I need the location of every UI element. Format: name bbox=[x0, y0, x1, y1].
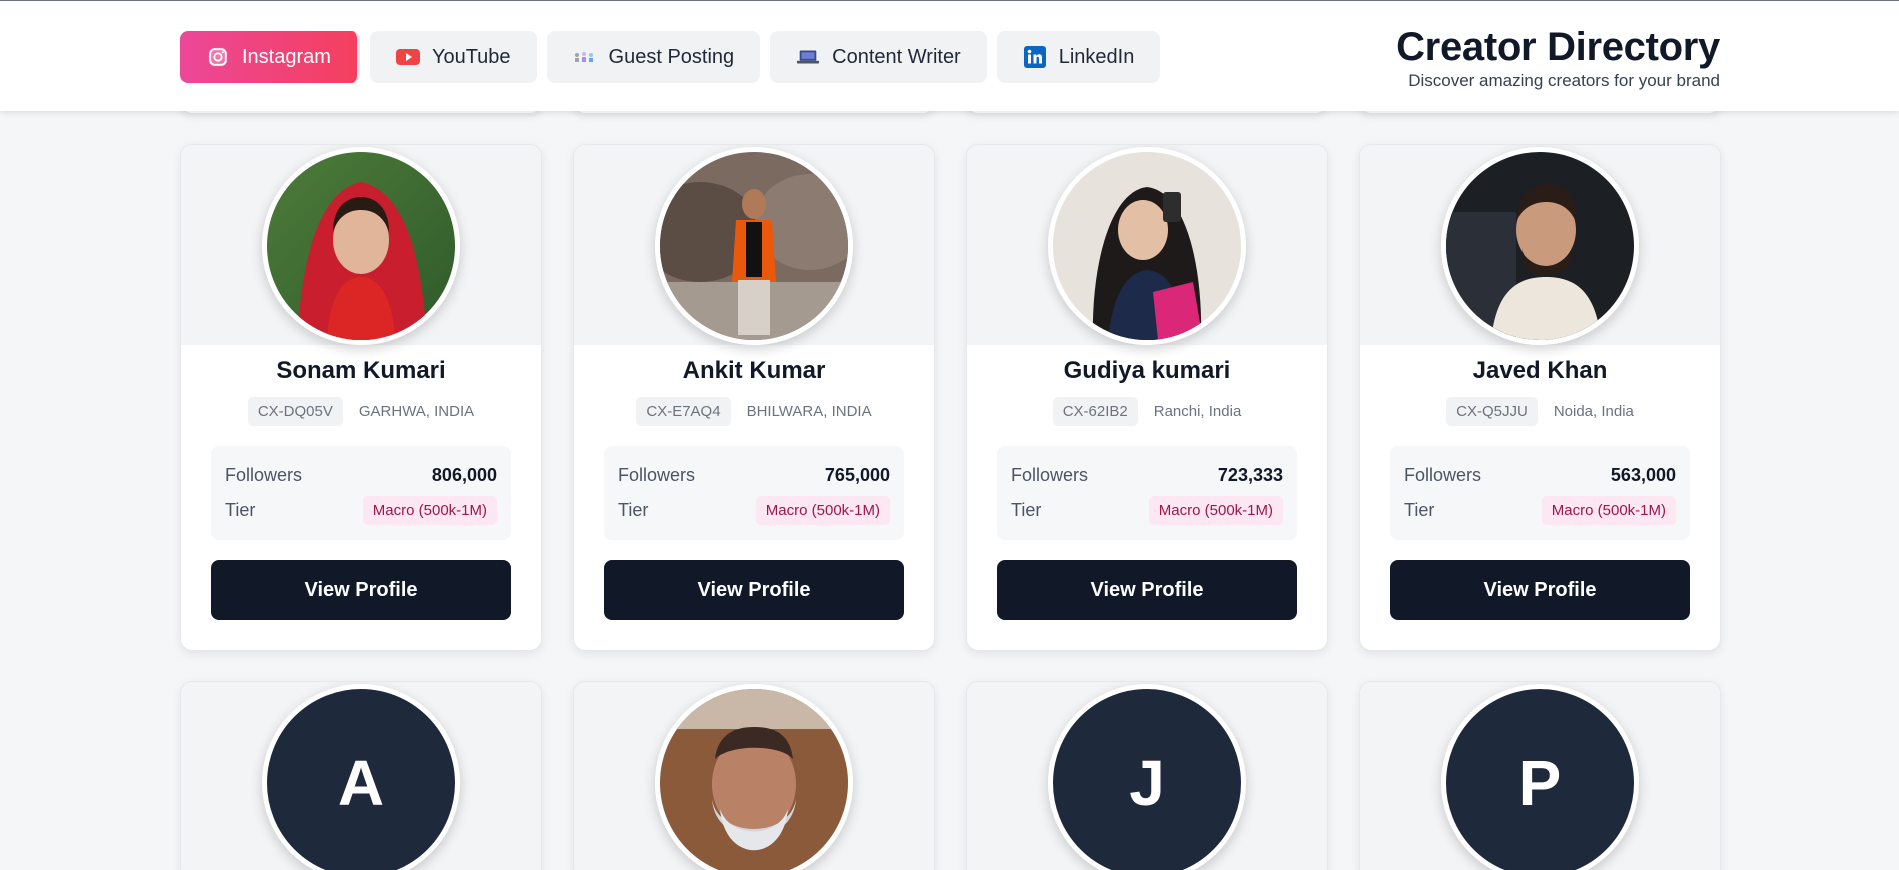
stats-panel: Followers 563,000 Tier Macro (500k-1M) bbox=[1390, 446, 1690, 540]
tier-badge: Macro (500k-1M) bbox=[1148, 496, 1283, 525]
stats-panel: Followers 723,333 Tier Macro (500k-1M) bbox=[997, 446, 1297, 540]
view-profile-button[interactable]: View Profile bbox=[211, 560, 511, 620]
tab-label: LinkedIn bbox=[1058, 45, 1135, 68]
followers-count: 765,000 bbox=[824, 465, 890, 485]
tier-badge: Macro (500k-1M) bbox=[755, 496, 890, 525]
avatar: P bbox=[1441, 684, 1639, 870]
linkedin-icon bbox=[1023, 45, 1047, 69]
tier-badge: Macro (500k-1M) bbox=[1541, 496, 1676, 525]
stats-panel: Followers 765,000 Tier Macro (500k-1M) bbox=[604, 446, 904, 540]
creator-card: Javed Khan CX-Q5JJU Noida, India Followe… bbox=[1359, 144, 1721, 651]
header: Instagram YouTube Guest Posting Content … bbox=[0, 0, 1899, 111]
followers-count: 806,000 bbox=[431, 465, 497, 485]
tab-youtube[interactable]: YouTube bbox=[369, 31, 537, 83]
tab-label: Instagram bbox=[242, 45, 331, 68]
card-hero: A bbox=[181, 682, 541, 870]
followers-label: Followers bbox=[1404, 465, 1482, 485]
card-hero bbox=[1360, 145, 1720, 345]
avatar: J bbox=[1048, 684, 1246, 870]
followers-count: 723,333 bbox=[1217, 465, 1283, 485]
tier-label: Tier bbox=[1011, 500, 1042, 520]
view-profile-button[interactable]: View Profile bbox=[604, 560, 904, 620]
page-title: Creator Directory bbox=[1396, 25, 1720, 69]
tab-label: Guest Posting bbox=[608, 45, 735, 68]
avatar bbox=[1048, 147, 1246, 345]
avatar bbox=[262, 147, 460, 345]
creator-code: CX-DQ05V bbox=[247, 397, 343, 426]
creator-name: Javed Khan bbox=[1472, 357, 1608, 384]
creator-code: CX-62IB2 bbox=[1052, 397, 1138, 426]
laptop-icon bbox=[796, 45, 820, 69]
tab-linkedin[interactable]: LinkedIn bbox=[996, 31, 1161, 83]
creator-name: Gudiya kumari bbox=[1063, 357, 1231, 384]
page-subtitle: Discover amazing creators for your brand bbox=[1408, 71, 1720, 90]
creator-card: Sonam Kumari CX-DQ05V GARHWA, INDIA Foll… bbox=[180, 144, 542, 651]
creator-name: Ankit Kumar bbox=[682, 357, 826, 384]
creator-card: A bbox=[180, 681, 542, 870]
avatar bbox=[655, 684, 853, 870]
followers-label: Followers bbox=[1011, 465, 1089, 485]
creator-card: Ankit Kumar CX-E7AQ4 BHILWARA, INDIA Fol… bbox=[573, 144, 935, 651]
card-hero bbox=[967, 145, 1327, 345]
view-profile-button[interactable]: View Profile bbox=[1390, 560, 1690, 620]
guest-posting-icon bbox=[573, 45, 597, 69]
followers-count: 563,000 bbox=[1610, 465, 1676, 485]
creator-code: CX-E7AQ4 bbox=[636, 397, 731, 426]
view-profile-button[interactable]: View Profile bbox=[997, 560, 1297, 620]
creator-location: Ranchi, India bbox=[1153, 403, 1242, 420]
card-hero: P bbox=[1360, 682, 1720, 870]
card-hero bbox=[574, 682, 934, 870]
tier-label: Tier bbox=[1404, 500, 1435, 520]
creator-code: CX-Q5JJU bbox=[1446, 397, 1538, 426]
tab-guest-posting[interactable]: Guest Posting bbox=[546, 31, 761, 83]
creator-location: GARHWA, INDIA bbox=[358, 403, 475, 420]
platform-tabs: Instagram YouTube Guest Posting Content … bbox=[180, 31, 1161, 83]
stats-panel: Followers 806,000 Tier Macro (500k-1M) bbox=[211, 446, 511, 540]
youtube-icon bbox=[395, 45, 420, 69]
card-hero bbox=[181, 145, 541, 345]
avatar bbox=[1441, 147, 1639, 345]
creator-card: J bbox=[966, 681, 1328, 870]
avatar: A bbox=[262, 684, 460, 870]
followers-label: Followers bbox=[225, 465, 303, 485]
creator-card bbox=[573, 681, 935, 870]
creator-location: BHILWARA, INDIA bbox=[746, 403, 872, 420]
avatar bbox=[655, 147, 853, 345]
tab-content-writer[interactable]: Content Writer bbox=[770, 31, 987, 83]
followers-label: Followers bbox=[618, 465, 696, 485]
instagram-icon bbox=[206, 45, 230, 69]
creator-name: Sonam Kumari bbox=[276, 357, 446, 384]
brand: Creator Directory Discover amazing creat… bbox=[1396, 25, 1720, 91]
creator-card: Gudiya kumari CX-62IB2 Ranchi, India Fol… bbox=[966, 144, 1328, 651]
tier-badge: Macro (500k-1M) bbox=[362, 496, 497, 525]
tab-label: Content Writer bbox=[832, 45, 961, 68]
creator-card: P bbox=[1359, 681, 1721, 870]
tier-label: Tier bbox=[618, 500, 649, 520]
card-hero bbox=[574, 145, 934, 345]
tab-label: YouTube bbox=[431, 45, 511, 68]
tier-label: Tier bbox=[225, 500, 256, 520]
tab-instagram[interactable]: Instagram bbox=[180, 31, 360, 83]
creator-location: Noida, India bbox=[1553, 403, 1634, 420]
card-hero: J bbox=[967, 682, 1327, 870]
